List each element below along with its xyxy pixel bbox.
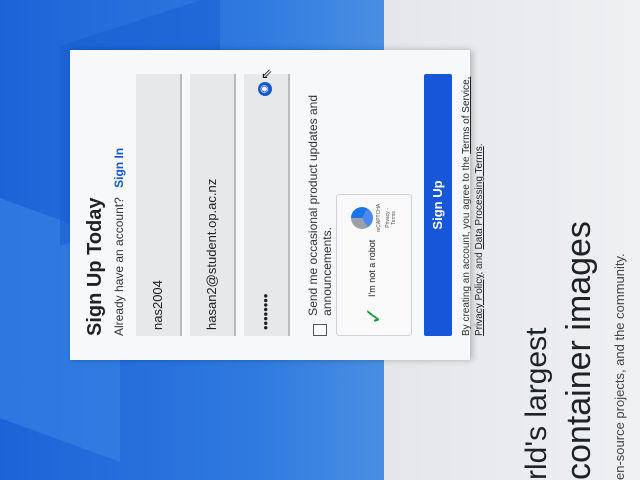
hero-subtitle: en-source projects, and the community. <box>612 253 627 480</box>
hero-headline-line2: container images <box>560 221 598 480</box>
signin-link[interactable]: Sign In <box>112 148 126 188</box>
username-field[interactable]: nas2004 <box>136 74 182 336</box>
password-field[interactable]: •••••••• ◉ <box>244 74 290 336</box>
updates-checkbox[interactable] <box>313 323 327 336</box>
username-value: nas2004 <box>150 280 165 330</box>
data-processing-link[interactable]: Data Processing Terms <box>474 146 485 249</box>
already-text: Already have an account? <box>112 197 126 336</box>
updates-checkbox-row[interactable]: Send me occasional product updates and a… <box>306 50 334 336</box>
recaptcha-icon <box>351 207 373 229</box>
hero-headline-line1: rld's largest <box>520 327 553 480</box>
mouse-cursor-icon: ⇖ <box>258 68 274 80</box>
terms-notice: By creating an account, you agree to the… <box>460 74 486 336</box>
recaptcha-logo: reCAPTCHA Privacy - Terms <box>351 203 397 233</box>
terms-of-service-link[interactable]: Terms of Service, <box>461 77 472 154</box>
rotated-page: rld's largest container images en-source… <box>0 0 640 480</box>
terms-prefix: By creating an account, you agree to the <box>461 156 472 336</box>
terms-and: , and <box>474 252 485 275</box>
captcha-label: I'm not a robot <box>367 239 377 297</box>
password-value: •••••••• <box>258 293 273 330</box>
privacy-policy-link[interactable]: Privacy Policy <box>474 275 485 337</box>
recaptcha-brand: reCAPTCHA <box>376 203 382 233</box>
form-title: Sign Up Today <box>84 197 106 336</box>
signup-button[interactable]: Sign Up <box>424 74 452 336</box>
updates-label: Send me occasional product updates and a… <box>306 94 334 316</box>
recaptcha-widget[interactable]: ✓ I'm not a robot reCAPTCHA Privacy - Te… <box>336 194 412 336</box>
captcha-check-icon[interactable]: ✓ <box>361 307 387 325</box>
email-field[interactable]: hasan2@student.op.ac.nz <box>190 74 236 336</box>
terms-suffix: . <box>474 143 485 147</box>
show-password-icon[interactable]: ◉ <box>258 82 272 96</box>
email-value: hasan2@student.op.ac.nz <box>204 178 219 330</box>
screen: rld's largest container images en-source… <box>0 0 640 480</box>
signin-prompt: Already have an account? Sign In <box>112 148 126 336</box>
signup-card: Sign Up Today Already have an account? S… <box>70 50 485 360</box>
recaptcha-links[interactable]: Privacy - Terms <box>385 203 397 233</box>
